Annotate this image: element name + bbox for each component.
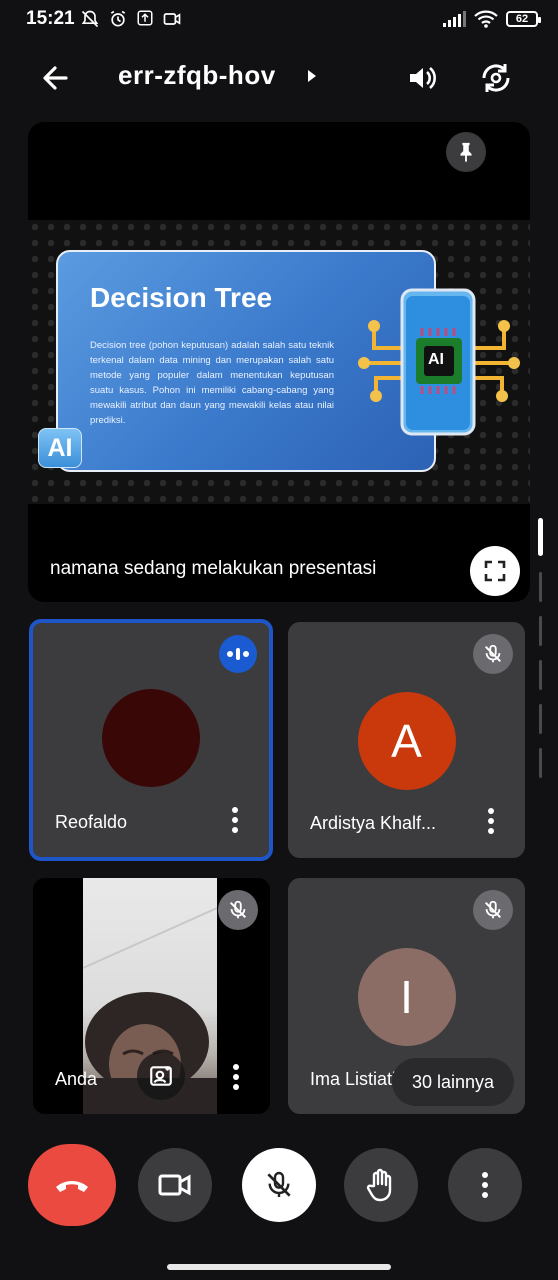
mic-off-icon [229, 900, 247, 919]
status-icons-right: 62 [442, 10, 541, 28]
more-vert-icon[interactable] [225, 805, 245, 835]
upload-icon [137, 10, 153, 26]
scrollbar-track [539, 748, 542, 778]
slide-body: Decision tree (pohon keputusan) adalah s… [90, 340, 334, 426]
mic-toggle-button[interactable] [242, 1148, 316, 1222]
participant-tile-reofaldo[interactable]: Reofaldo [29, 619, 273, 861]
ai-badge: AI [38, 428, 82, 468]
mic-off-icon [484, 644, 502, 663]
phone-hangup-icon [56, 1181, 88, 1192]
hand-icon [366, 1168, 392, 1202]
presentation-tile[interactable]: Decision Tree Decision tree (pohon keput… [28, 122, 530, 602]
video-cam-icon [163, 13, 181, 25]
meeting-header: err-zfqb-hov [0, 48, 558, 108]
more-options-button[interactable] [448, 1148, 522, 1222]
home-indicator[interactable] [167, 1264, 391, 1270]
signal-icon [443, 11, 466, 27]
participant-name: Ima Listiati [310, 1069, 397, 1089]
avatar [102, 689, 200, 787]
avatar: I [357, 948, 456, 1046]
scrollbar-thumb[interactable] [538, 518, 543, 556]
fullscreen-button[interactable] [470, 546, 520, 596]
scrollbar-track [539, 704, 542, 734]
pin-button[interactable] [446, 132, 486, 172]
bell-off-icon [81, 10, 99, 28]
more-vert-icon [482, 1172, 488, 1198]
battery-level: 62 [515, 13, 529, 25]
portrait-effects-icon [150, 1066, 172, 1086]
audio-level-icon [227, 648, 249, 660]
call-controls [0, 1144, 558, 1228]
slide-title: Decision Tree [90, 282, 273, 313]
camera-toggle-button[interactable] [138, 1148, 212, 1222]
mic-off-icon [267, 1171, 291, 1197]
participant-name: Ardistya Khalf... [310, 813, 437, 833]
clock: 15:21 [26, 8, 75, 29]
end-call-button[interactable] [28, 1144, 116, 1226]
mic-muted-badge [473, 634, 513, 674]
speaker-icon [410, 67, 436, 89]
more-vert-icon[interactable] [226, 1062, 246, 1092]
avatar: A [357, 692, 456, 790]
back-arrow-icon [43, 66, 68, 90]
phone-chip-label: AI [428, 351, 444, 368]
video-camera-icon [158, 1174, 191, 1196]
participant-tile-ardistya[interactable]: A Ardistya Khalf... [288, 622, 525, 858]
mic-muted-badge [473, 890, 513, 930]
avatar-letter: A [391, 715, 422, 767]
effects-button[interactable] [137, 1052, 185, 1100]
audio-output-button[interactable] [402, 58, 442, 98]
raise-hand-button[interactable] [344, 1148, 418, 1222]
mic-muted-badge [218, 890, 258, 930]
speaking-indicator [219, 635, 257, 673]
avatar-letter: I [400, 971, 413, 1023]
more-vert-icon[interactable] [481, 806, 501, 836]
meeting-code[interactable]: err-zfqb-hov [118, 60, 276, 91]
presenter-caption: namana sedang melakukan presentasi [50, 558, 377, 579]
participant-name: Anda [55, 1069, 98, 1089]
shared-screen: Decision Tree Decision tree (pohon keput… [28, 220, 530, 504]
more-participants-button[interactable]: 30 lainnya [392, 1058, 514, 1106]
pin-icon [460, 142, 472, 163]
flip-camera-icon [482, 64, 510, 92]
switch-camera-button[interactable] [476, 58, 516, 98]
caret-right-icon[interactable] [306, 68, 318, 84]
alarm-icon [110, 10, 126, 27]
status-icons-left [80, 9, 182, 29]
participant-tile-self[interactable]: Anda [33, 878, 270, 1114]
status-bar: 15:21 62 [0, 0, 558, 40]
scrollbar-track [539, 572, 542, 602]
mic-off-icon [484, 900, 502, 919]
participant-name: Reofaldo [55, 812, 128, 832]
scrollbar-track [539, 616, 542, 646]
scrollbar-track [539, 660, 542, 690]
wifi-icon [474, 10, 498, 28]
fullscreen-icon [484, 560, 506, 582]
back-button[interactable] [36, 60, 76, 96]
battery-icon: 62 [506, 11, 541, 27]
